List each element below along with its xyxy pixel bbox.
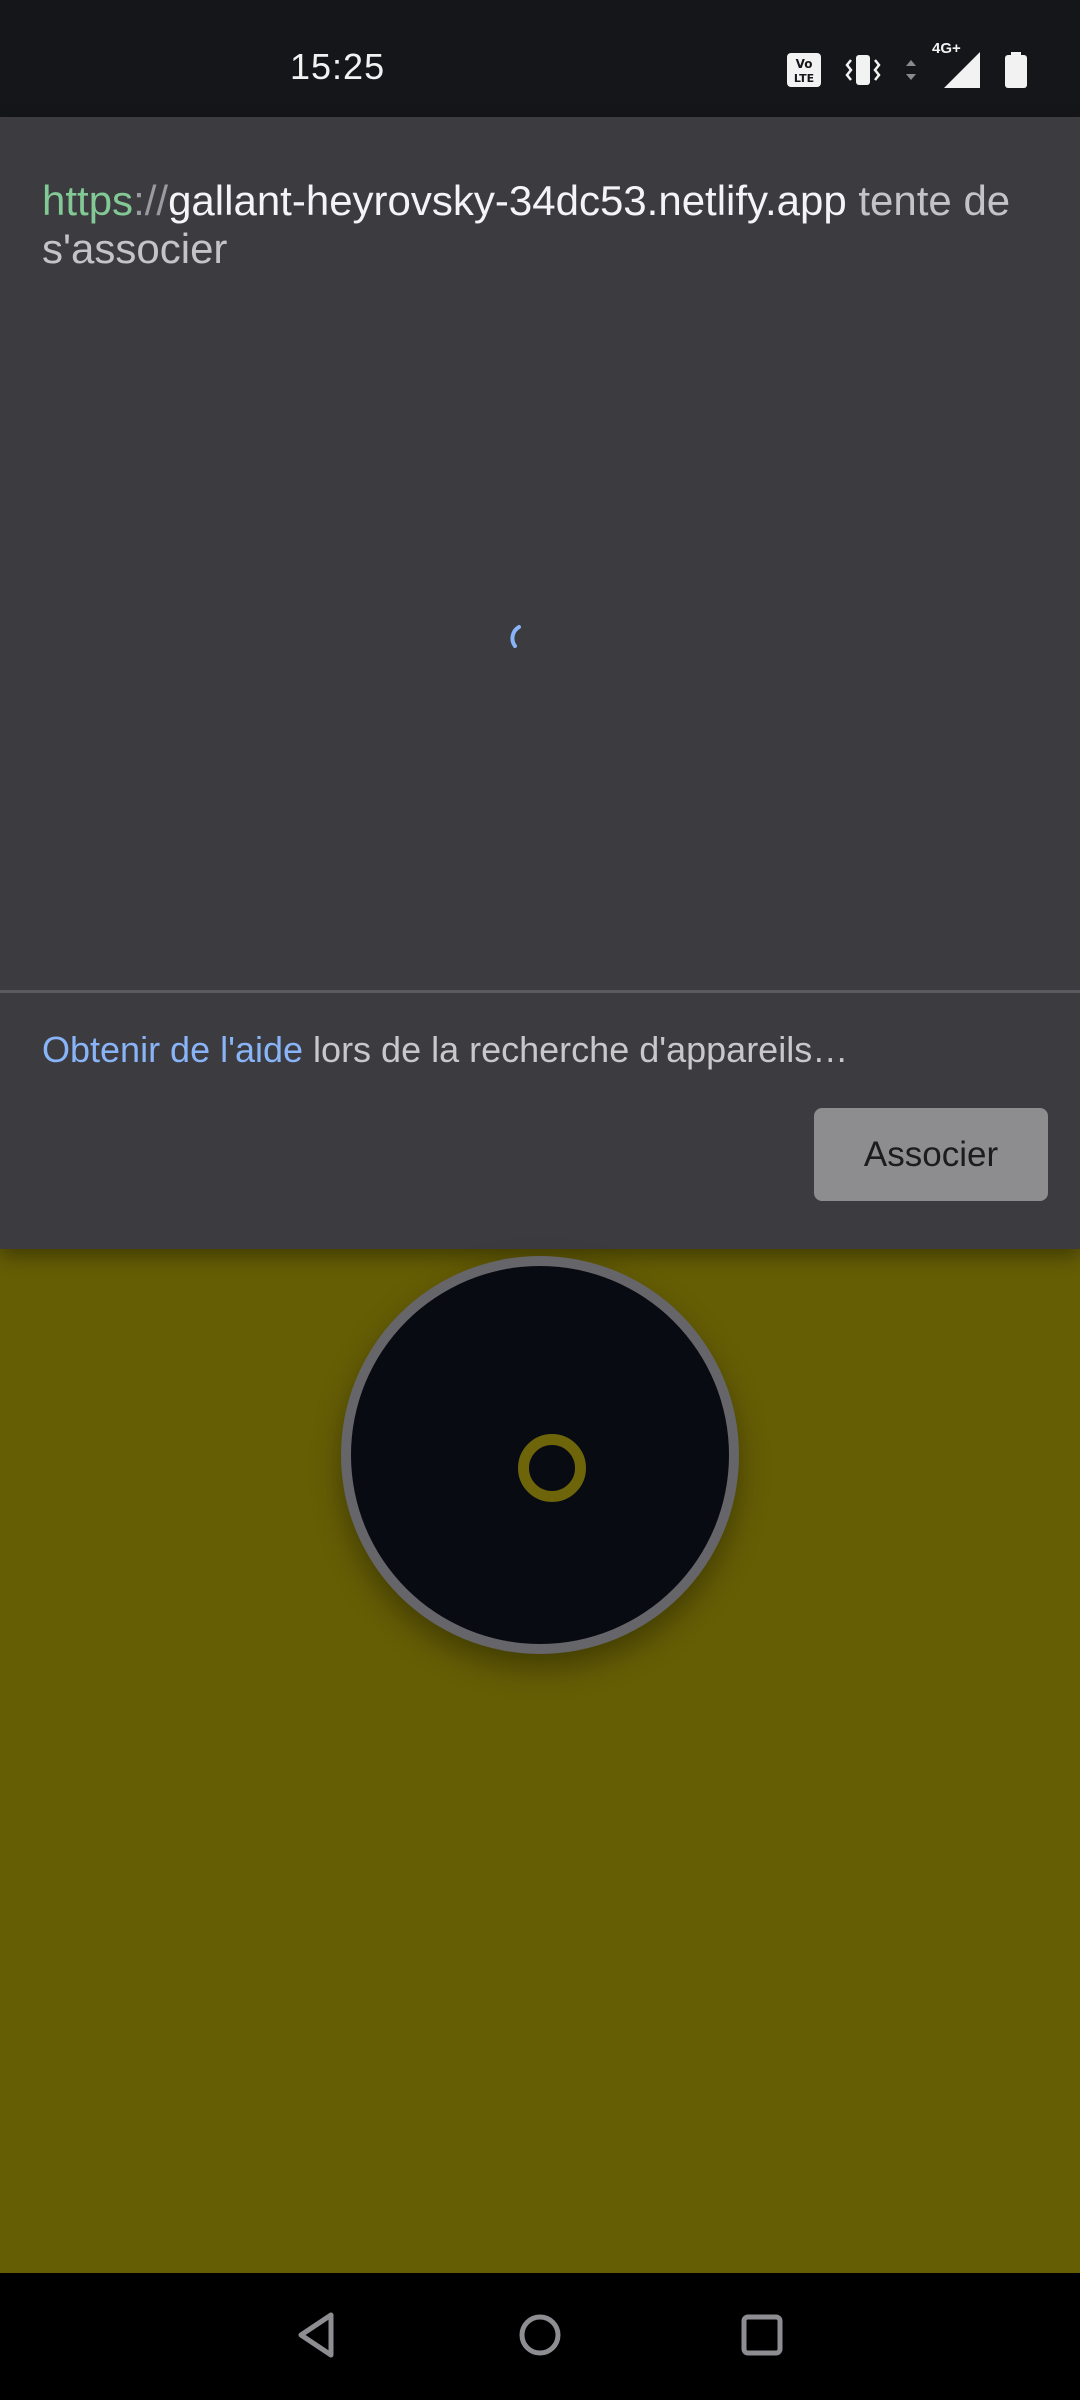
- connect-disc-button[interactable]: [341, 1256, 739, 1654]
- volte-icon: Vo LTE: [786, 52, 822, 88]
- associate-button[interactable]: Associer: [814, 1108, 1048, 1201]
- navigation-bar: [0, 2273, 1080, 2400]
- dialog-title: https://gallant-heyrovsky-34dc53.netlify…: [42, 177, 1032, 273]
- disc-face: [351, 1266, 729, 1644]
- loading-spinner-icon: [505, 622, 539, 656]
- ring-icon: [518, 1434, 586, 1502]
- status-time: 15:25: [290, 46, 386, 87]
- recents-icon[interactable]: [730, 2303, 794, 2367]
- help-link[interactable]: Obtenir de l'aide: [42, 1029, 303, 1070]
- divider: [0, 990, 1080, 993]
- origin-scheme: https: [42, 177, 134, 224]
- signal-icon: 4G+: [932, 40, 982, 90]
- svg-text:LTE: LTE: [794, 72, 814, 85]
- origin-separator: ://: [133, 177, 169, 224]
- status-icons: Vo LTE 4G+: [786, 40, 1028, 90]
- back-icon[interactable]: [287, 2303, 351, 2367]
- svg-text:Vo: Vo: [796, 57, 813, 71]
- vibrate-icon: [844, 52, 882, 88]
- bluetooth-pairing-dialog: https://gallant-heyrovsky-34dc53.netlify…: [0, 117, 1080, 1249]
- status-bar: 15:25 Vo LTE 4G+: [0, 0, 1080, 117]
- battery-icon: [1004, 51, 1028, 89]
- origin-host: gallant-heyrovsky-34dc53.netlify.app: [168, 177, 847, 224]
- help-text: lors de la recherche d'appareils…: [303, 1029, 849, 1070]
- network-type-label: 4G+: [932, 40, 961, 57]
- help-line: Obtenir de l'aide lors de la recherche d…: [42, 1029, 848, 1071]
- data-arrows-icon: [904, 52, 918, 88]
- home-icon[interactable]: [508, 2303, 572, 2367]
